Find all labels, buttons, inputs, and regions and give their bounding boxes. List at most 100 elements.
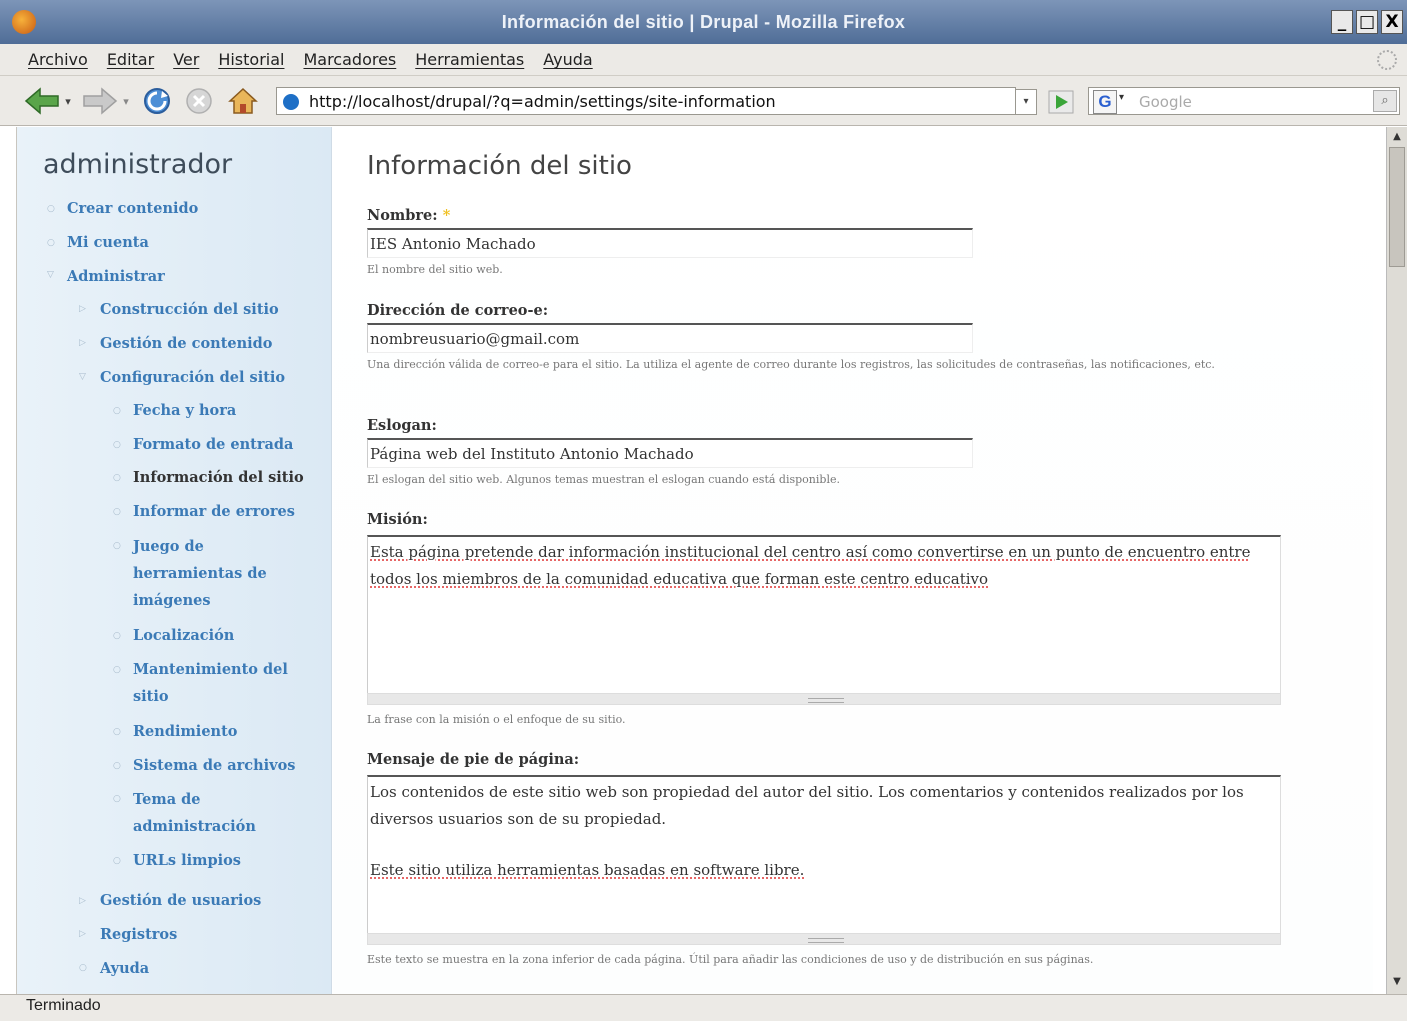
mission-label: Misión: — [367, 511, 428, 528]
circle-bullet-icon: ○ — [79, 963, 87, 973]
sidebar-item-mi-cuenta[interactable]: Mi cuenta — [67, 229, 149, 256]
url-text[interactable]: http://localhost/drupal/?q=admin/setting… — [309, 92, 776, 111]
mission-resize-grip[interactable] — [367, 693, 1281, 705]
email-field[interactable]: nombreusuario@gmail.com — [367, 323, 973, 353]
maximize-button[interactable]: □ — [1356, 10, 1378, 34]
collapsed-triangle-icon: ▷ — [79, 304, 86, 314]
expanded-triangle-icon: ▽ — [47, 270, 54, 280]
back-button[interactable] — [22, 86, 62, 116]
circle-bullet-icon: ○ — [113, 473, 121, 483]
sidebar-item-mantenimiento-del-sitio[interactable]: Mantenimiento del sitio — [133, 656, 308, 710]
sidebar-item-tema-de-administracion[interactable]: Tema de administración — [133, 786, 283, 840]
status-text: Terminado — [26, 997, 101, 1014]
search-engine-dropdown[interactable]: ▾ — [1119, 92, 1124, 103]
main-content: Información del sitio Nombre: * IES Anto… — [333, 127, 1373, 994]
sidebar-item-gestion-de-contenido[interactable]: Gestión de contenido — [100, 330, 272, 357]
sidebar-item-localizacion[interactable]: Localización — [133, 622, 234, 649]
back-history-dropdown[interactable]: ▾ — [62, 86, 74, 116]
collapsed-triangle-icon: ▷ — [79, 338, 86, 348]
sidebar-item-construccion-del-sitio[interactable]: Construcción del sitio — [100, 296, 279, 323]
window-titlebar: Información del sitio | Drupal - Mozilla… — [0, 0, 1407, 44]
slogan-help: El eslogan del sitio web. Algunos temas … — [367, 473, 840, 486]
back-arrow-icon — [24, 87, 59, 115]
scroll-down-arrow-icon[interactable]: ▼ — [1389, 976, 1405, 990]
stop-button[interactable] — [182, 86, 216, 116]
menu-historial[interactable]: Historial — [218, 50, 284, 69]
name-label: Nombre: * — [367, 207, 450, 224]
forward-history-dropdown[interactable]: ▾ — [120, 86, 132, 116]
menu-marcadores[interactable]: Marcadores — [303, 50, 396, 69]
forward-arrow-icon — [83, 87, 118, 115]
minimize-button[interactable]: _ — [1331, 10, 1353, 34]
circle-bullet-icon: ○ — [113, 727, 121, 737]
required-marker: * — [442, 207, 451, 224]
close-button[interactable]: X — [1381, 10, 1403, 34]
circle-bullet-icon: ○ — [113, 794, 121, 804]
menu-ayuda[interactable]: Ayuda — [543, 50, 592, 69]
footer-resize-grip[interactable] — [367, 933, 1281, 945]
expanded-triangle-icon: ▽ — [79, 372, 86, 382]
footer-label: Mensaje de pie de página: — [367, 751, 580, 768]
site-name-field[interactable]: IES Antonio Machado — [367, 228, 973, 258]
menu-ver[interactable]: Ver — [173, 50, 199, 69]
sidebar-username: administrador — [43, 149, 233, 180]
slogan-field[interactable]: Página web del Instituto Antonio Machado — [367, 438, 973, 468]
search-engine-icon[interactable]: G — [1093, 90, 1117, 114]
scrollbar-thumb[interactable] — [1389, 147, 1405, 267]
site-name-help: El nombre del sitio web. — [367, 263, 503, 276]
vertical-scrollbar[interactable]: ▲ ▼ — [1386, 127, 1407, 994]
forward-button[interactable] — [80, 86, 120, 116]
menu-archivo[interactable]: Archivo — [28, 50, 88, 69]
search-bar[interactable]: G ▾ Google ⌕ — [1088, 87, 1400, 115]
menu-editar[interactable]: Editar — [107, 50, 154, 69]
navigation-toolbar: ▾ ▾ http://localhost/drupal/?q=admin/set… — [0, 76, 1407, 126]
mission-help: La frase con la misión o el enfoque de s… — [367, 713, 626, 726]
mission-textarea[interactable]: Esta página pretende dar información ins… — [367, 535, 1281, 693]
sidebar-item-urls-limpios[interactable]: URLs limpios — [133, 847, 241, 874]
menu-herramientas[interactable]: Herramientas — [415, 50, 524, 69]
sidebar-item-ayuda[interactable]: Ayuda — [100, 955, 149, 982]
go-button[interactable] — [1048, 90, 1074, 114]
circle-bullet-icon: ○ — [113, 665, 121, 675]
sidebar: administrador ○ Crear contenido ○ Mi cue… — [17, 127, 332, 994]
scroll-up-arrow-icon[interactable]: ▲ — [1389, 131, 1405, 145]
window-title: Información del sitio | Drupal - Mozilla… — [501, 12, 906, 32]
email-label: Dirección de correo-e: — [367, 302, 549, 319]
sidebar-item-sistema-de-archivos[interactable]: Sistema de archivos — [133, 752, 295, 779]
circle-bullet-icon: ○ — [113, 761, 121, 771]
sidebar-item-informacion-del-sitio[interactable]: Información del sitio — [133, 464, 304, 491]
collapsed-triangle-icon: ▷ — [79, 896, 86, 906]
stop-icon — [186, 88, 212, 114]
circle-bullet-icon: ○ — [47, 204, 55, 214]
sidebar-item-formato-de-entrada[interactable]: Formato de entrada — [133, 431, 293, 458]
site-favicon-icon — [283, 94, 299, 110]
url-history-dropdown[interactable]: ▾ — [1015, 89, 1037, 115]
sidebar-item-juego-de-herramientas[interactable]: Juego de herramientas de imágenes — [133, 533, 303, 614]
reload-button[interactable] — [140, 86, 174, 116]
circle-bullet-icon: ○ — [113, 507, 121, 517]
sidebar-item-administrar[interactable]: Administrar — [67, 263, 165, 290]
footer-textarea[interactable]: Los contenidos de este sitio web son pro… — [367, 775, 1281, 933]
email-help: Una dirección válida de correo-e para el… — [367, 358, 1215, 371]
sidebar-item-gestion-de-usuarios[interactable]: Gestión de usuarios — [100, 887, 261, 914]
throbber-icon — [1377, 50, 1397, 70]
home-button[interactable] — [226, 86, 260, 116]
search-input[interactable]: Google — [1139, 93, 1192, 111]
page-viewport: administrador ○ Crear contenido ○ Mi cue… — [16, 127, 1386, 994]
name-label-text: Nombre: — [367, 207, 438, 224]
sidebar-item-configuracion-del-sitio[interactable]: Configuración del sitio — [100, 364, 285, 391]
status-bar: Terminado — [0, 994, 1407, 1021]
search-icon[interactable]: ⌕ — [1373, 90, 1397, 112]
menu-bar: Archivo Editar Ver Historial Marcadores … — [0, 44, 1407, 76]
address-bar[interactable]: http://localhost/drupal/?q=admin/setting… — [276, 87, 1037, 115]
sidebar-item-registros[interactable]: Registros — [100, 921, 177, 948]
sidebar-item-crear-contenido[interactable]: Crear contenido — [67, 195, 198, 222]
collapsed-triangle-icon: ▷ — [79, 929, 86, 939]
reload-icon — [144, 88, 170, 114]
sidebar-item-rendimiento[interactable]: Rendimiento — [133, 718, 237, 745]
sidebar-item-informar-de-errores[interactable]: Informar de errores — [133, 498, 295, 525]
sidebar-item-fecha-y-hora[interactable]: Fecha y hora — [133, 397, 236, 424]
circle-bullet-icon: ○ — [113, 440, 121, 450]
circle-bullet-icon: ○ — [113, 406, 121, 416]
page-title: Información del sitio — [367, 151, 632, 181]
